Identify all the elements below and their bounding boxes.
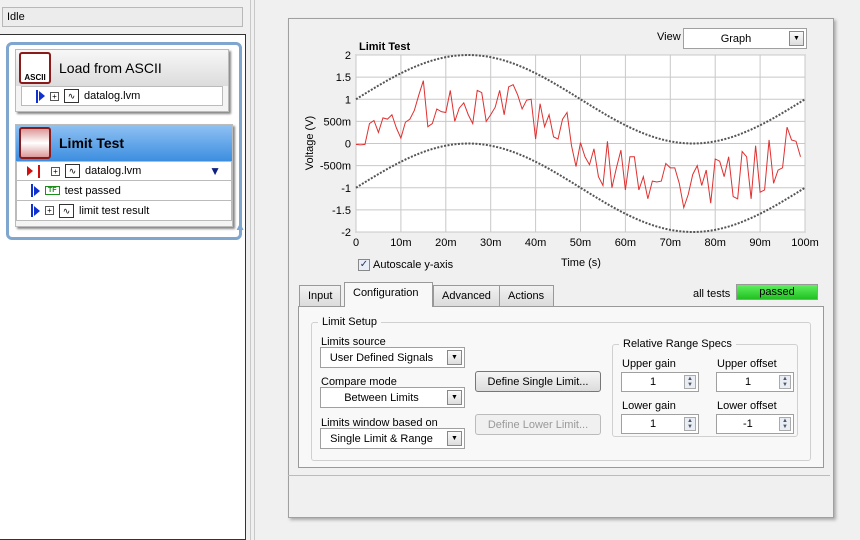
- spinner-icon: ▲ ▼: [684, 375, 696, 389]
- chevron-down-icon: ▼: [447, 431, 462, 446]
- loop-arrow-icon: ▲: [234, 219, 246, 233]
- tab-input[interactable]: Input: [299, 285, 342, 307]
- all-tests-label: all tests: [693, 288, 731, 300]
- limits-window-select[interactable]: Single Limit & Range ▼: [320, 428, 465, 449]
- upper-gain-label: Upper gain: [622, 358, 676, 370]
- expand-icon[interactable]: +: [45, 206, 54, 215]
- chevron-down-icon: ▼: [447, 390, 462, 405]
- define-lower-limit-button[interactable]: Define Lower Limit...: [475, 414, 601, 435]
- spinner-icon: ▲ ▼: [779, 375, 791, 389]
- upper-offset-label: Upper offset: [717, 358, 777, 370]
- x-tick-label: 30m: [480, 237, 501, 249]
- all-tests-indicator: passed: [736, 284, 818, 300]
- upper-gain-input[interactable]: 1 ▲ ▼: [621, 372, 699, 392]
- limit-test-icon: [19, 127, 51, 159]
- ascii-load-icon: ASCII: [19, 52, 51, 84]
- x-tick-label: 80m: [704, 237, 725, 249]
- output-arrow-icon: [34, 185, 40, 196]
- step-io-row[interactable]: + ∿ datalog.lvm ▼: [16, 161, 232, 181]
- y-tick-label: 0: [345, 139, 351, 151]
- step-io-row[interactable]: + ∿ limit test result: [16, 201, 232, 221]
- waveform-icon: ∿: [65, 164, 80, 178]
- x-tick-label: 70m: [660, 237, 681, 249]
- required-input-arrow-icon: [27, 166, 33, 176]
- x-tick-label: 100m: [791, 237, 819, 249]
- chevron-down-icon: ▼: [447, 350, 462, 365]
- define-single-limit-button[interactable]: Define Single Limit...: [475, 371, 601, 392]
- spinner-icon: ▲ ▼: [779, 417, 791, 431]
- expand-icon[interactable]: +: [50, 91, 59, 101]
- step-header[interactable]: Limit Test: [16, 125, 232, 161]
- y-tick-label: -1.5: [332, 205, 351, 217]
- dropdown-arrow-icon[interactable]: ▼: [209, 164, 221, 178]
- x-tick-label: 40m: [525, 237, 546, 249]
- y-axis-label: Voltage (V): [304, 116, 316, 170]
- step-load-from-ascii[interactable]: ASCII Load from ASCII + ∿ datalog.lvm: [15, 49, 229, 112]
- status-bar: Idle: [2, 7, 243, 27]
- tab-advanced[interactable]: Advanced: [433, 285, 500, 307]
- step-limit-test[interactable]: Limit Test + ∿ datalog.lvm ▼ TF test passed …: [15, 124, 233, 227]
- configuration-tab-panel: Limit Setup Limits source User Defined S…: [298, 306, 824, 468]
- limit-test-graph: Limit Test Voltage (V) Time (s) 0 10m 20m 3…: [304, 41, 819, 269]
- step-io-row[interactable]: TF test passed: [16, 181, 232, 201]
- step-io-row[interactable]: + ∿ datalog.lvm: [21, 86, 223, 106]
- x-tick-label: 90m: [749, 237, 770, 249]
- limits-source-select[interactable]: User Defined Signals ▼: [320, 347, 465, 368]
- lower-gain-input[interactable]: 1 ▲ ▼: [621, 414, 699, 434]
- row-label: test passed: [64, 184, 121, 197]
- y-tick-label: -1: [341, 183, 351, 195]
- upper-offset-input[interactable]: 1 ▲ ▼: [716, 372, 794, 392]
- input-arrow-icon: [39, 91, 45, 101]
- waveform-icon: ∿: [59, 203, 74, 218]
- step-loop: ASCII Load from ASCII + ∿ datalog.lvm Limi…: [6, 42, 246, 240]
- y-tick-label: 2: [345, 50, 351, 62]
- y-tick-label: -500m: [320, 161, 351, 173]
- x-tick-label: 0: [353, 237, 359, 249]
- autoscale-checkbox[interactable]: ✓ Autoscale y-axis: [358, 259, 453, 271]
- graph-title: Limit Test: [359, 41, 410, 53]
- tab-actions[interactable]: Actions: [499, 285, 554, 307]
- step-title: Limit Test: [59, 135, 125, 151]
- boolean-icon: TF: [45, 186, 60, 195]
- row-label: limit test result: [79, 204, 150, 217]
- checkbox-checked-icon[interactable]: ✓: [358, 259, 370, 271]
- step-header[interactable]: ASCII Load from ASCII: [16, 50, 228, 86]
- tab-configuration[interactable]: Configuration: [344, 282, 433, 307]
- splitter[interactable]: [250, 0, 255, 540]
- step-title: Load from ASCII: [59, 60, 162, 76]
- x-tick-label: 50m: [570, 237, 591, 249]
- y-tick-label: 1.5: [336, 72, 351, 84]
- x-tick-label: 20m: [435, 237, 456, 249]
- y-tick-label: -2: [341, 227, 351, 239]
- y-tick-label: 500m: [323, 116, 351, 128]
- row-label: datalog.lvm: [84, 90, 141, 102]
- row-label: datalog.lvm: [85, 165, 142, 177]
- y-tick-label: 1: [345, 94, 351, 106]
- x-axis-label: Time (s): [561, 257, 601, 269]
- lower-offset-label: Lower offset: [717, 400, 777, 412]
- lower-gain-label: Lower gain: [622, 400, 676, 412]
- autoscale-label: Autoscale y-axis: [373, 259, 454, 271]
- spinner-icon: ▲ ▼: [684, 417, 696, 431]
- x-tick-label: 10m: [390, 237, 411, 249]
- panel-separator: [288, 475, 830, 476]
- output-arrow-icon: [34, 205, 40, 216]
- x-tick-label: 60m: [615, 237, 636, 249]
- expand-icon[interactable]: +: [51, 166, 60, 176]
- compare-mode-select[interactable]: Between Limits ▼: [320, 387, 465, 408]
- waveform-icon: ∿: [64, 89, 79, 103]
- lower-offset-input[interactable]: -1 ▲ ▼: [716, 414, 794, 434]
